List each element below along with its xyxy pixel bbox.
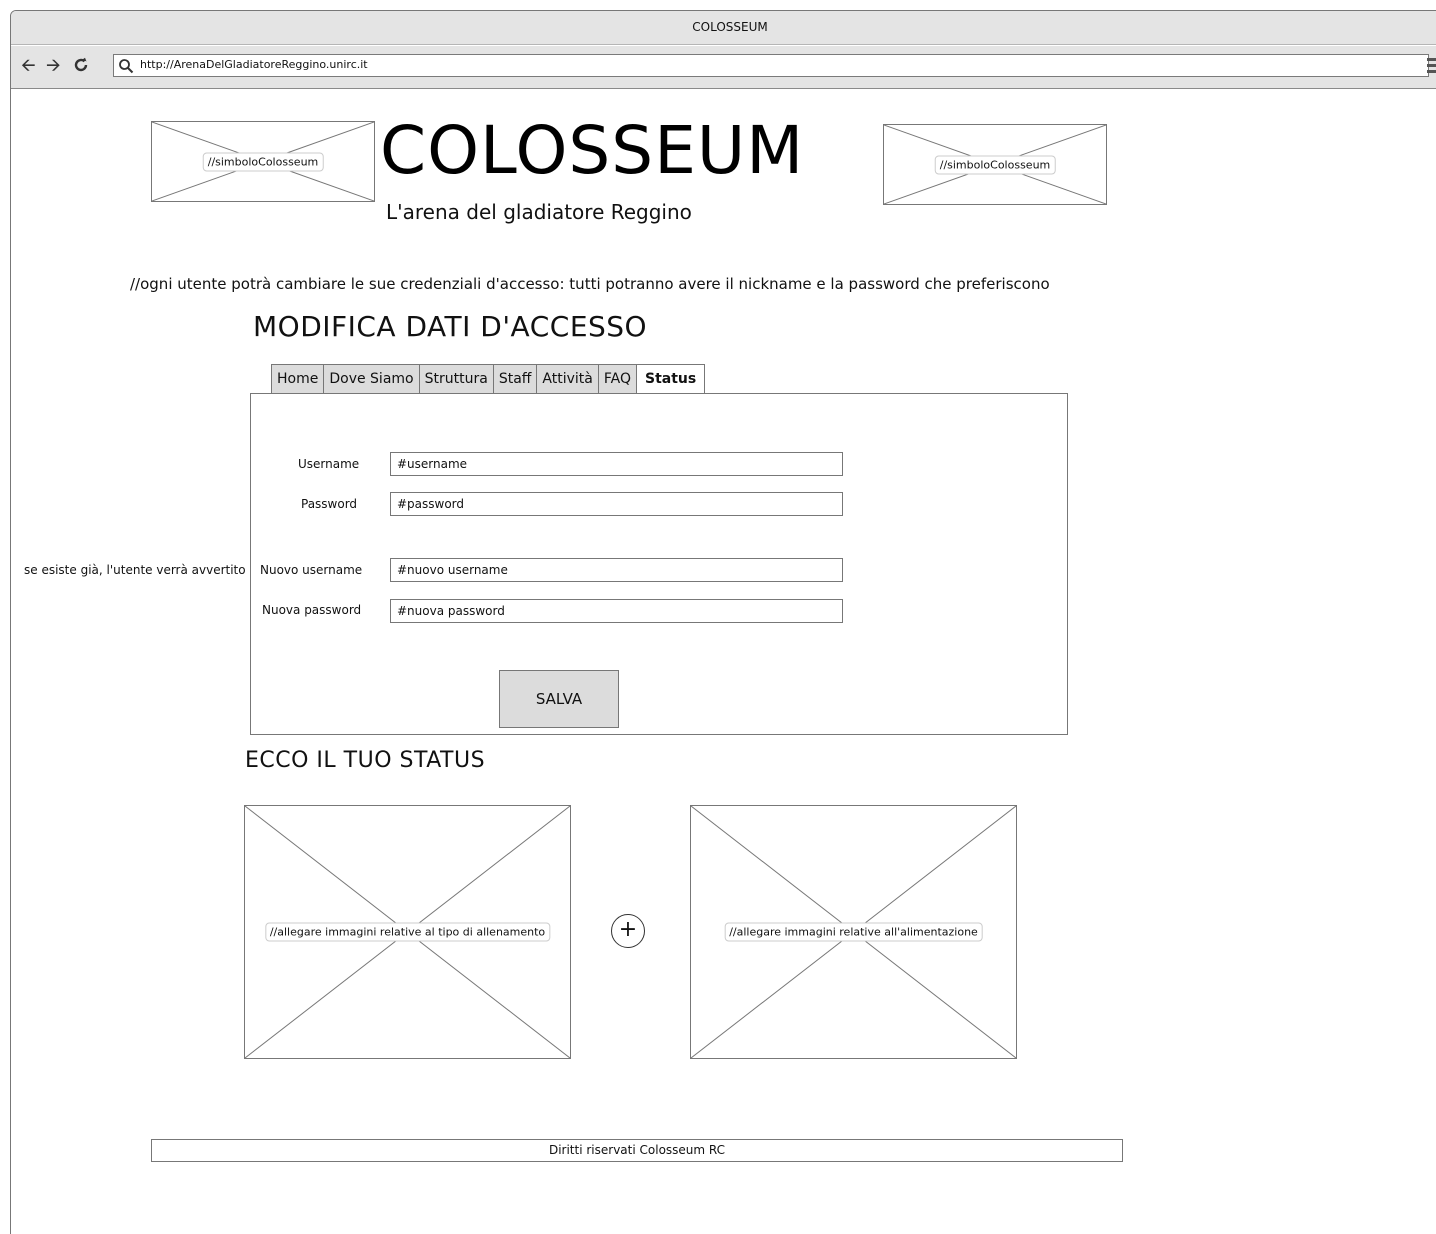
username-label: Username — [298, 457, 360, 471]
address-bar[interactable]: http://ArenaDelGladiatoreReggino.unirc.i… — [113, 54, 1429, 77]
reload-icon[interactable] — [73, 57, 89, 77]
credentials-form: Username #username Password #password Nu… — [250, 393, 1068, 735]
browser-toolbar: 🡨 🡪 http://ArenaDelGladiatoreReggino.uni… — [11, 46, 1436, 89]
logo-left-image: //simboloColosseum — [151, 121, 375, 202]
page-title: MODIFICA DATI D'ACCESSO — [253, 310, 648, 343]
logo-right-image: //simboloColosseum — [883, 124, 1107, 205]
search-icon — [119, 59, 134, 74]
new-password-label: Nuova password — [262, 603, 362, 617]
logo-right-label: //simboloColosseum — [934, 155, 1056, 174]
save-button[interactable]: SALVA — [499, 670, 619, 728]
nutrition-image-label: //allegare immagini relative all'aliment… — [724, 922, 983, 942]
logo-left-label: //simboloColosseum — [202, 152, 324, 171]
tab-faq[interactable]: FAQ — [597, 364, 637, 394]
password-field[interactable]: #password — [390, 492, 843, 516]
training-image-placeholder: //allegare immagini relative al tipo di … — [244, 805, 571, 1059]
hamburger-menu-icon[interactable] — [1427, 58, 1436, 76]
new-username-field[interactable]: #nuovo username — [390, 558, 843, 582]
password-label: Password — [301, 497, 358, 511]
new-username-label: Nuovo username — [260, 563, 363, 577]
tab-home[interactable]: Home — [271, 364, 324, 394]
new-password-field[interactable]: #nuova password — [390, 599, 843, 623]
status-title: ECCO IL TUO STATUS — [245, 748, 486, 773]
tab-dove-siamo[interactable]: Dove Siamo — [323, 364, 419, 394]
username-exists-note: se esiste già, l'utente verrà avvertito — [24, 563, 246, 577]
tab-attivita[interactable]: Attività — [536, 364, 598, 394]
plus-icon[interactable]: + — [611, 914, 645, 948]
window-title: COLOSSEUM — [11, 11, 1436, 45]
credentials-note: //ogni utente potrà cambiare le sue cred… — [130, 275, 1050, 293]
nutrition-image-placeholder: //allegare immagini relative all'aliment… — [690, 805, 1017, 1059]
site-subtitle: L'arena del gladiatore Reggino — [386, 200, 692, 224]
url-text: http://ArenaDelGladiatoreReggino.unirc.i… — [140, 58, 368, 71]
footer: Diritti riservati Colosseum RC — [151, 1139, 1123, 1162]
username-field[interactable]: #username — [390, 452, 843, 476]
tab-struttura[interactable]: Struttura — [418, 364, 493, 394]
training-image-label: //allegare immagini relative al tipo di … — [264, 922, 551, 942]
tab-bar: Home Dove Siamo Struttura Staff Attività… — [271, 364, 706, 395]
arrow-right-icon[interactable]: 🡪 — [46, 57, 61, 75]
arrow-left-icon[interactable]: 🡨 — [21, 57, 36, 75]
tab-status[interactable]: Status — [637, 364, 706, 395]
tab-staff[interactable]: Staff — [492, 364, 537, 394]
site-title: COLOSSEUM — [380, 112, 805, 189]
